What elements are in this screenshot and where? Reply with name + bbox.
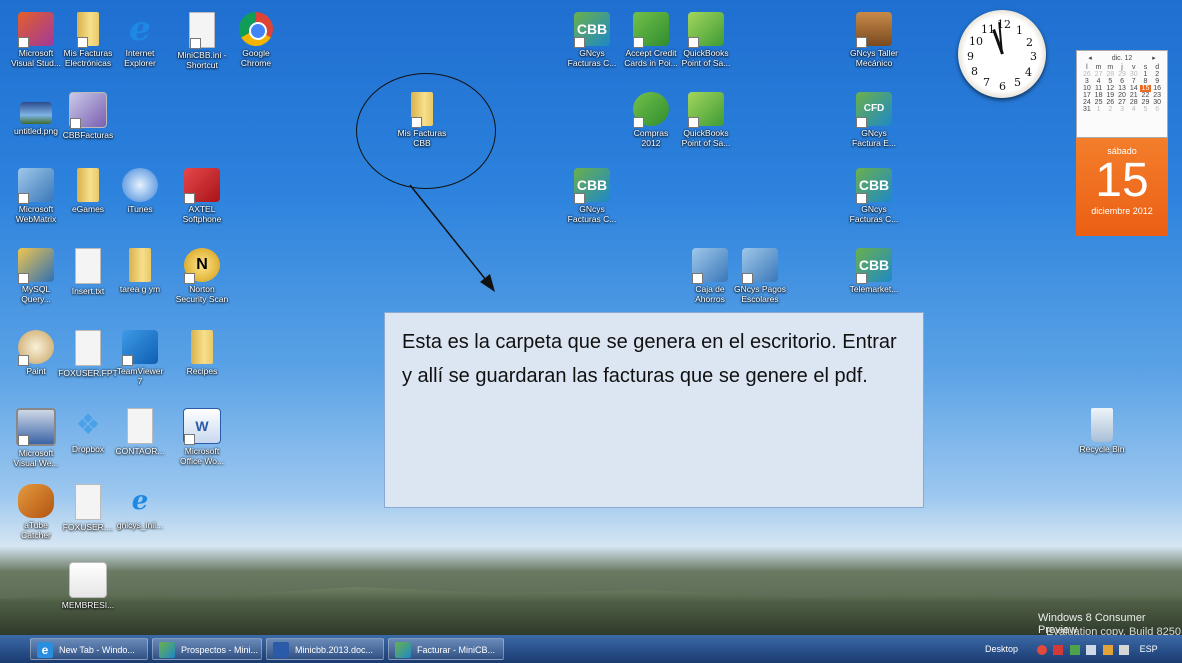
language-indicator[interactable]: ESP xyxy=(1140,644,1158,654)
watermark-line2: Evaluation copy. Build 8250 xyxy=(1046,626,1181,635)
taskbar-button-label: Prospectos - Mini... xyxy=(181,645,259,655)
tray-icon-3[interactable] xyxy=(1069,644,1080,655)
desktop-toolbar-label[interactable]: Desktop xyxy=(985,644,1018,654)
tray-icon-1[interactable] xyxy=(1036,644,1047,655)
word-icon xyxy=(273,642,289,658)
callout-box: Esta es la carpeta que se genera en el e… xyxy=(384,312,924,508)
taskbar-button-label: Minicbb.2013.doc... xyxy=(295,645,374,655)
taskbar-button-label: New Tab - Windo... xyxy=(59,645,135,655)
cbb-app-icon xyxy=(159,642,175,658)
taskbar-button-prospectos[interactable]: Prospectos - Mini... xyxy=(152,638,262,660)
taskbar-button-facturar[interactable]: Facturar - MiniCB... xyxy=(388,638,504,660)
taskbar-button-minicbb-doc[interactable]: Minicbb.2013.doc... xyxy=(266,638,384,660)
taskbar-button-new-tab[interactable]: e New Tab - Windo... xyxy=(30,638,148,660)
system-tray: Desktop ESP xyxy=(985,635,1182,663)
callout-text: Esta es la carpeta que se genera en el e… xyxy=(402,331,897,387)
taskbar-button-label: Facturar - MiniCB... xyxy=(417,645,496,655)
cbb-app-icon xyxy=(395,642,411,658)
desktop: Microsoft Visual Stud... untitled.png Mi… xyxy=(0,0,1182,635)
flag-icon[interactable] xyxy=(1119,644,1130,655)
taskbar: e New Tab - Windo... Prospectos - Mini..… xyxy=(0,635,1182,663)
network-icon[interactable] xyxy=(1102,644,1113,655)
tray-icon-2[interactable] xyxy=(1053,644,1064,655)
signal-icon[interactable] xyxy=(1086,644,1097,655)
internet-explorer-icon: e xyxy=(37,642,53,658)
